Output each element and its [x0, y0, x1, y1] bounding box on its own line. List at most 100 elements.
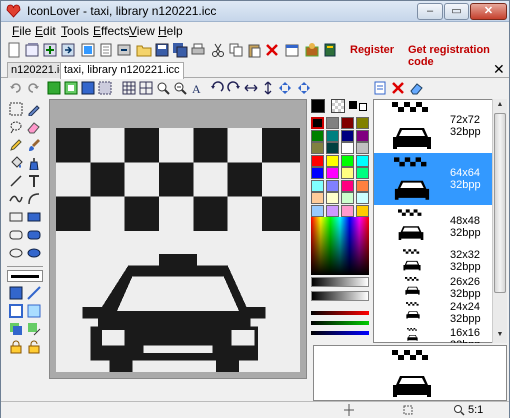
shop-icon[interactable] — [304, 42, 320, 58]
rounded-rect-icon[interactable] — [9, 228, 23, 242]
color-spectrum[interactable] — [311, 217, 369, 275]
color-swatch[interactable] — [326, 167, 339, 179]
color-swatch[interactable] — [341, 192, 354, 204]
green-slider[interactable] — [311, 321, 369, 325]
add-format-icon[interactable] — [373, 81, 387, 95]
blue-slider[interactable] — [311, 331, 369, 335]
color-swatch[interactable] — [311, 167, 324, 179]
brush-icon[interactable] — [27, 138, 41, 152]
menu-file[interactable]: File — [12, 24, 31, 38]
save-icon[interactable] — [154, 42, 170, 58]
eraser-icon[interactable] — [27, 120, 41, 134]
menu-help[interactable]: Help — [158, 24, 183, 38]
flip-horizontal-icon[interactable] — [244, 81, 258, 95]
import-icon[interactable] — [60, 42, 76, 58]
flip-vertical-icon[interactable] — [261, 81, 275, 95]
list-item[interactable]: 72x72 32bpp — [374, 100, 492, 152]
color-swatch[interactable] — [326, 204, 339, 217]
color-swatch[interactable] — [341, 117, 354, 129]
help-book-icon[interactable] — [322, 42, 338, 58]
print-icon[interactable] — [190, 42, 206, 58]
text-tool-icon[interactable]: A — [190, 81, 204, 95]
color-swatch[interactable] — [356, 179, 369, 192]
move-layer-icon[interactable] — [27, 322, 41, 336]
new-icon[interactable] — [6, 42, 22, 58]
taxi-pixel-grid[interactable] — [56, 128, 300, 372]
rotate-right-icon[interactable] — [227, 81, 241, 95]
unlock-icon[interactable] — [27, 340, 41, 354]
line-icon[interactable] — [9, 174, 23, 188]
menu-effects[interactable]: Effects — [93, 24, 129, 38]
format-list-scrollbar[interactable]: ▲ ▼ — [492, 99, 507, 343]
color-swatch[interactable] — [341, 179, 354, 192]
zoom-out-icon[interactable] — [173, 81, 187, 95]
scroll-up-icon[interactable]: ▲ — [495, 101, 505, 109]
color-swatch[interactable] — [356, 129, 369, 142]
curve-icon[interactable] — [9, 192, 23, 206]
menu-view[interactable]: View — [129, 24, 155, 38]
spray-icon[interactable] — [27, 156, 41, 170]
list-item-selected[interactable]: 64x64 32bpp — [374, 153, 492, 205]
filled-ellipse-icon[interactable] — [27, 246, 41, 260]
filled-rounded-rect-icon[interactable] — [27, 228, 41, 242]
transparent-color[interactable] — [331, 99, 345, 113]
move-icon[interactable] — [278, 81, 292, 95]
open-icon[interactable] — [98, 42, 114, 58]
open-folder-icon[interactable] — [136, 42, 152, 58]
shape-fill-icon[interactable] — [27, 304, 41, 318]
new-library-icon[interactable] — [24, 42, 40, 58]
color-swatch[interactable] — [356, 142, 369, 154]
lock-icon[interactable] — [9, 340, 23, 354]
color-swatch[interactable] — [311, 192, 324, 204]
list-item[interactable]: 48x48 32bpp — [374, 206, 492, 246]
image-icon[interactable] — [81, 81, 95, 95]
tab-taxi-library[interactable]: taxi, library n120221.icc — [60, 62, 184, 79]
background-color[interactable] — [359, 103, 367, 111]
color-swatch[interactable] — [326, 154, 339, 167]
arc-icon[interactable] — [27, 192, 41, 206]
cut-icon[interactable] — [210, 42, 226, 58]
filled-rectangle-icon[interactable] — [27, 210, 41, 224]
color-swatch[interactable] — [341, 154, 354, 167]
eraser-format-icon[interactable] — [410, 81, 424, 95]
undo-icon[interactable] — [9, 81, 23, 95]
grid-icon[interactable] — [122, 81, 136, 95]
zoom-in-icon[interactable] — [156, 81, 170, 95]
color-swatch[interactable] — [341, 129, 354, 142]
close-tab-icon[interactable]: ✕ — [493, 61, 505, 78]
color-swatch[interactable] — [341, 204, 354, 217]
ellipse-icon[interactable] — [9, 246, 23, 260]
blend-mode-icon[interactable] — [9, 286, 23, 300]
color-swatch[interactable] — [341, 142, 354, 154]
save-all-icon[interactable] — [172, 42, 188, 58]
grid-large-icon[interactable] — [139, 81, 153, 95]
color-swatch[interactable] — [311, 179, 324, 192]
icon-sheet-icon[interactable] — [80, 42, 96, 58]
close-button[interactable]: ✕ — [470, 3, 507, 20]
maximize-button[interactable]: ▭ — [444, 3, 469, 20]
color-swatch[interactable] — [356, 192, 369, 204]
list-item[interactable]: 26x26 32bpp — [374, 275, 492, 300]
delete-format-icon[interactable] — [391, 81, 405, 95]
color-swatch[interactable] — [326, 142, 339, 154]
lasso-icon[interactable] — [9, 120, 23, 134]
copy-icon[interactable] — [228, 42, 244, 58]
text-icon[interactable] — [27, 174, 41, 188]
scroll-thumb[interactable] — [494, 113, 506, 293]
shape-outline-icon[interactable] — [9, 304, 23, 318]
color-swatch[interactable] — [311, 142, 324, 154]
color-swatch[interactable] — [311, 204, 324, 217]
rotate-left-icon[interactable] — [210, 81, 224, 95]
color-swatch[interactable] — [311, 117, 324, 129]
selection-icon[interactable] — [98, 81, 112, 95]
minimize-button[interactable]: – — [417, 3, 443, 20]
color-swatch[interactable] — [341, 167, 354, 179]
color-swatch[interactable] — [326, 192, 339, 204]
color-swatch[interactable] — [326, 117, 339, 129]
color-swatch[interactable] — [356, 204, 369, 217]
properties-icon[interactable] — [284, 42, 300, 58]
menu-tools[interactable]: Tools — [61, 24, 89, 38]
color-swatch[interactable] — [311, 154, 324, 167]
list-item[interactable]: 24x24 32bpp — [374, 300, 492, 325]
fill-icon[interactable] — [9, 156, 23, 170]
